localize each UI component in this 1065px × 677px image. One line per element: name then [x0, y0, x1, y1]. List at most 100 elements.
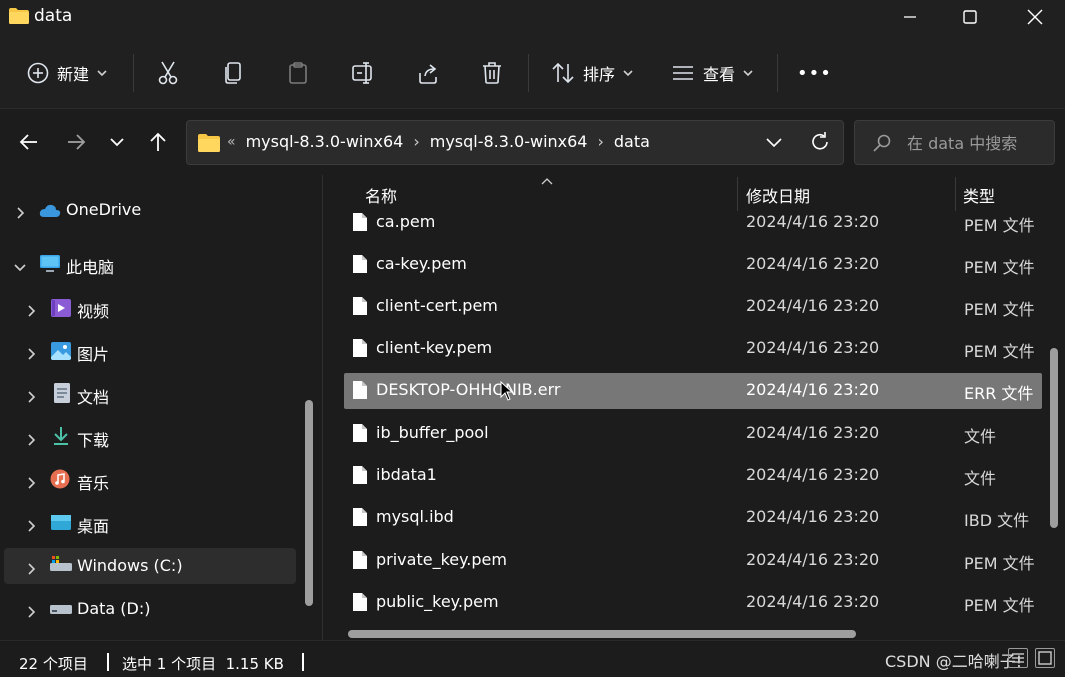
column-header-date[interactable]: 修改日期: [738, 175, 955, 209]
sidebar-item-documents[interactable]: 文档: [4, 376, 296, 412]
list-view-icon: [673, 66, 693, 80]
file-row[interactable]: private_key.pem 2024/4/16 23:20 PEM 文件: [344, 543, 1042, 579]
chevron-down-icon: [743, 70, 753, 77]
file-row[interactable]: client-cert.pem 2024/4/16 23:20 PEM 文件: [344, 289, 1042, 325]
sidebar-item-music[interactable]: 音乐: [4, 462, 296, 498]
back-button[interactable]: [14, 127, 44, 157]
maximize-button[interactable]: [947, 0, 993, 34]
chevron-right-icon[interactable]: [25, 603, 37, 618]
file-type: ERR 文件: [964, 384, 1034, 403]
arrow-left-icon: [19, 134, 37, 150]
rename-button[interactable]: [351, 58, 375, 88]
close-button[interactable]: [1012, 0, 1058, 34]
new-label: 新建: [57, 65, 90, 84]
breadcrumb-separator[interactable]: ›: [597, 132, 603, 151]
tiles-view-button[interactable]: [1035, 648, 1055, 668]
file-date: 2024/4/16 23:20: [746, 507, 880, 526]
chevron-right-icon[interactable]: [25, 388, 37, 403]
chevron-right-icon[interactable]: [25, 431, 37, 446]
file-name: DESKTOP-OHHONIB.err: [376, 380, 561, 399]
sidebar-item-videos[interactable]: 视频: [4, 290, 296, 326]
paste-button[interactable]: [287, 58, 309, 88]
drive-c-icon: [50, 556, 72, 571]
close-icon: [1027, 9, 1043, 25]
file-name: mysql.ibd: [376, 507, 454, 526]
chevron-right-icon[interactable]: [25, 560, 37, 575]
cut-button[interactable]: [157, 58, 179, 88]
column-header-type[interactable]: 类型: [956, 175, 1056, 209]
file-row[interactable]: client-key.pem 2024/4/16 23:20 PEM 文件: [344, 331, 1042, 367]
chevron-right-icon[interactable]: [14, 204, 26, 219]
file-explorer-window: data 新建 排序 查看 ••• « mysql-8.3.0-winx64 ›…: [0, 0, 1065, 677]
search-box[interactable]: [854, 120, 1055, 165]
copy-button[interactable]: [223, 58, 245, 88]
forward-button[interactable]: [61, 127, 91, 157]
breadcrumb-separator[interactable]: ›: [413, 132, 419, 151]
sort-button[interactable]: 排序: [551, 58, 633, 88]
file-row[interactable]: public_key.pem 2024/4/16 23:20 PEM 文件: [344, 585, 1042, 621]
file-date: 2024/4/16 23:20: [746, 212, 880, 231]
chevron-right-icon[interactable]: [25, 345, 37, 360]
minimize-button[interactable]: [887, 0, 933, 34]
file-icon: [353, 213, 367, 231]
chevron-right-icon[interactable]: [25, 517, 37, 532]
breadcrumb-item-current[interactable]: data: [614, 132, 650, 151]
chevron-down-icon[interactable]: [14, 258, 26, 272]
file-name: client-cert.pem: [376, 296, 498, 315]
file-row[interactable]: ca-key.pem 2024/4/16 23:20 PEM 文件: [344, 247, 1042, 283]
file-row[interactable]: mysql.ibd 2024/4/16 23:20 IBD 文件: [344, 500, 1042, 536]
sidebar-item-windows-c[interactable]: Windows (C:): [4, 548, 296, 584]
sidebar-item-this-pc[interactable]: 此电脑: [4, 246, 296, 282]
sort-icon: [552, 62, 574, 84]
sidebar-scrollbar[interactable]: [305, 400, 313, 606]
recent-locations-button[interactable]: [102, 127, 132, 157]
share-button[interactable]: [416, 58, 440, 88]
up-button[interactable]: [143, 127, 173, 157]
file-row-selected[interactable]: DESKTOP-OHHONIB.err 2024/4/16 23:20 ERR …: [344, 373, 1042, 409]
chevron-right-icon[interactable]: [25, 474, 37, 489]
file-row[interactable]: ib_buffer_pool 2024/4/16 23:20 文件: [344, 416, 1042, 452]
delete-button[interactable]: [481, 58, 503, 88]
vertical-scrollbar[interactable]: [1050, 348, 1058, 528]
details-view-icon: [1012, 653, 1024, 663]
breadcrumb-item[interactable]: mysql-8.3.0-winx64: [246, 132, 404, 151]
file-row[interactable]: ca.pem 2024/4/16 23:20 PEM 文件: [344, 205, 1042, 241]
sidebar-item-desktop[interactable]: 桌面: [4, 505, 296, 541]
sidebar-item-pictures[interactable]: 图片: [4, 333, 296, 369]
refresh-icon[interactable]: [809, 131, 831, 153]
chevron-right-icon[interactable]: [25, 302, 37, 317]
new-button[interactable]: 新建: [27, 58, 107, 88]
breadcrumb: « mysql-8.3.0-winx64 › mysql-8.3.0-winx6…: [227, 132, 650, 151]
video-icon: [51, 299, 71, 317]
tiles-view-icon: [1038, 651, 1052, 665]
drive-icon: [50, 605, 72, 614]
scissors-icon: [158, 61, 178, 85]
file-row[interactable]: ibdata1 2024/4/16 23:20 文件: [344, 458, 1042, 494]
chevron-down-icon[interactable]: [765, 133, 783, 151]
document-icon: [54, 383, 70, 403]
file-name: client-key.pem: [376, 338, 493, 357]
address-bar[interactable]: « mysql-8.3.0-winx64 › mysql-8.3.0-winx6…: [186, 120, 844, 165]
arrow-right-icon: [68, 134, 86, 150]
rename-icon: [352, 62, 372, 84]
navigation-row: « mysql-8.3.0-winx64 › mysql-8.3.0-winx6…: [0, 108, 1065, 174]
sidebar-item-onedrive[interactable]: OneDrive: [4, 192, 296, 228]
chevron-down-icon: [97, 70, 107, 77]
breadcrumb-item[interactable]: mysql-8.3.0-winx64: [430, 132, 588, 151]
breadcrumb-overflow[interactable]: «: [227, 134, 236, 150]
sidebar-item-downloads[interactable]: 下载: [4, 419, 296, 455]
details-view-button[interactable]: [1008, 648, 1028, 668]
view-button[interactable]: 查看: [671, 58, 753, 88]
search-input[interactable]: [907, 131, 1047, 155]
music-icon: [50, 469, 70, 489]
column-header-name[interactable]: 名称: [344, 175, 737, 209]
more-options-button[interactable]: •••: [797, 58, 832, 88]
file-type: PEM 文件: [964, 596, 1035, 615]
horizontal-scrollbar[interactable]: [348, 630, 856, 638]
clipboard-icon: [289, 62, 307, 84]
file-name: ca-key.pem: [376, 254, 467, 273]
status-divider: [302, 653, 304, 671]
command-bar: 新建 排序 查看 •••: [0, 36, 1065, 108]
window-title: data: [34, 6, 73, 26]
sidebar-item-data-d[interactable]: Data (D:): [4, 591, 296, 627]
